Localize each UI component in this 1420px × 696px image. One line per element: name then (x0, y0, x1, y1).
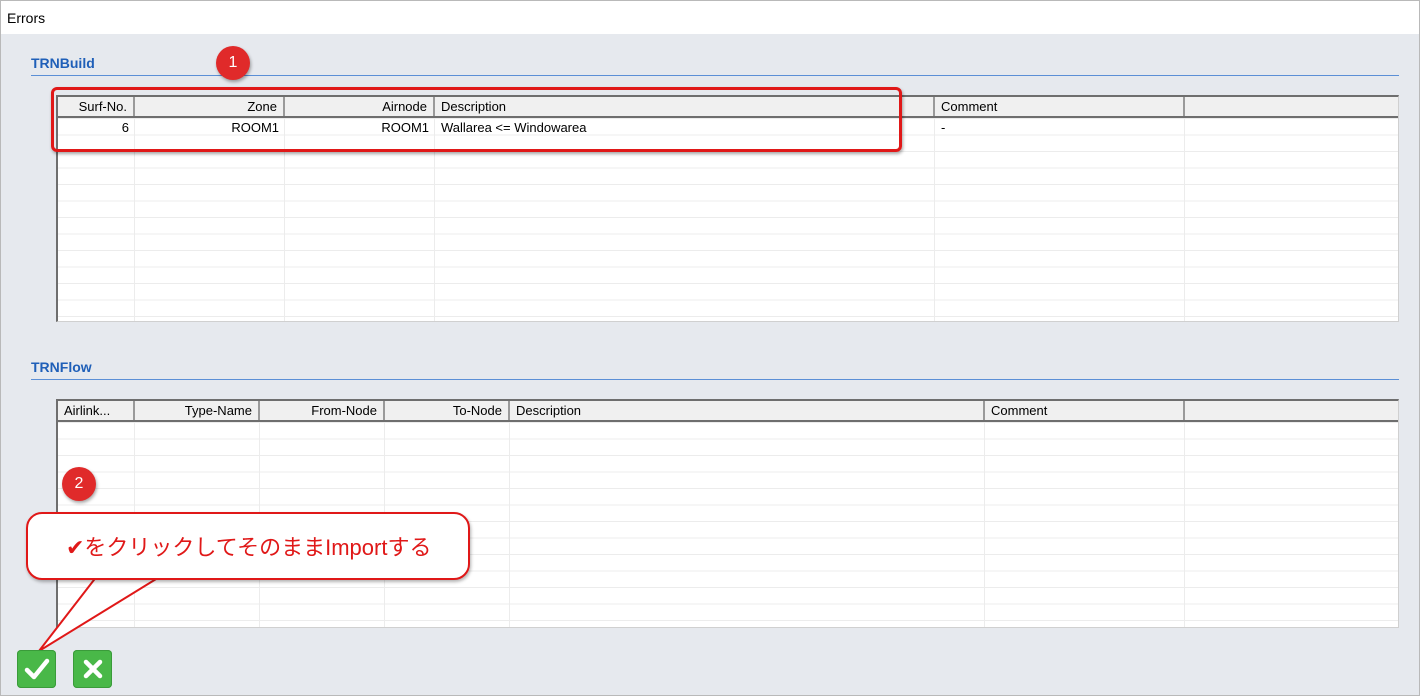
cancel-button[interactable] (73, 650, 112, 688)
trnflow-grid-header: Airlink... Type-Name From-Node To-Node D… (58, 401, 1398, 422)
step-badge-1: 1 (216, 46, 250, 80)
errors-dialog: Errors TRNBuild Surf-No. Zone Airnode De… (0, 0, 1420, 696)
x-icon (83, 659, 102, 679)
column-header-from-node[interactable]: From-Node (260, 401, 385, 420)
column-header-comment[interactable]: Comment (935, 97, 1185, 116)
cell-comment[interactable]: - (935, 120, 1185, 136)
ok-button[interactable] (17, 650, 56, 688)
grid-column-divider (934, 118, 935, 321)
column-header-to-node[interactable]: To-Node (385, 401, 510, 420)
grid-column-divider (1184, 118, 1185, 321)
column-header-comment[interactable]: Comment (985, 401, 1185, 420)
trnflow-divider (31, 379, 1399, 380)
callout-text: ✔をクリックしてそのままImportする (66, 535, 432, 560)
column-header-description[interactable]: Description (510, 401, 985, 420)
title-bar: Errors (1, 1, 1419, 34)
grid-column-divider (1184, 422, 1185, 627)
check-icon (24, 658, 49, 680)
instruction-callout: ✔をクリックしてそのままImportする (26, 512, 470, 580)
grid-column-divider (509, 422, 510, 627)
grid-column-divider (984, 422, 985, 627)
